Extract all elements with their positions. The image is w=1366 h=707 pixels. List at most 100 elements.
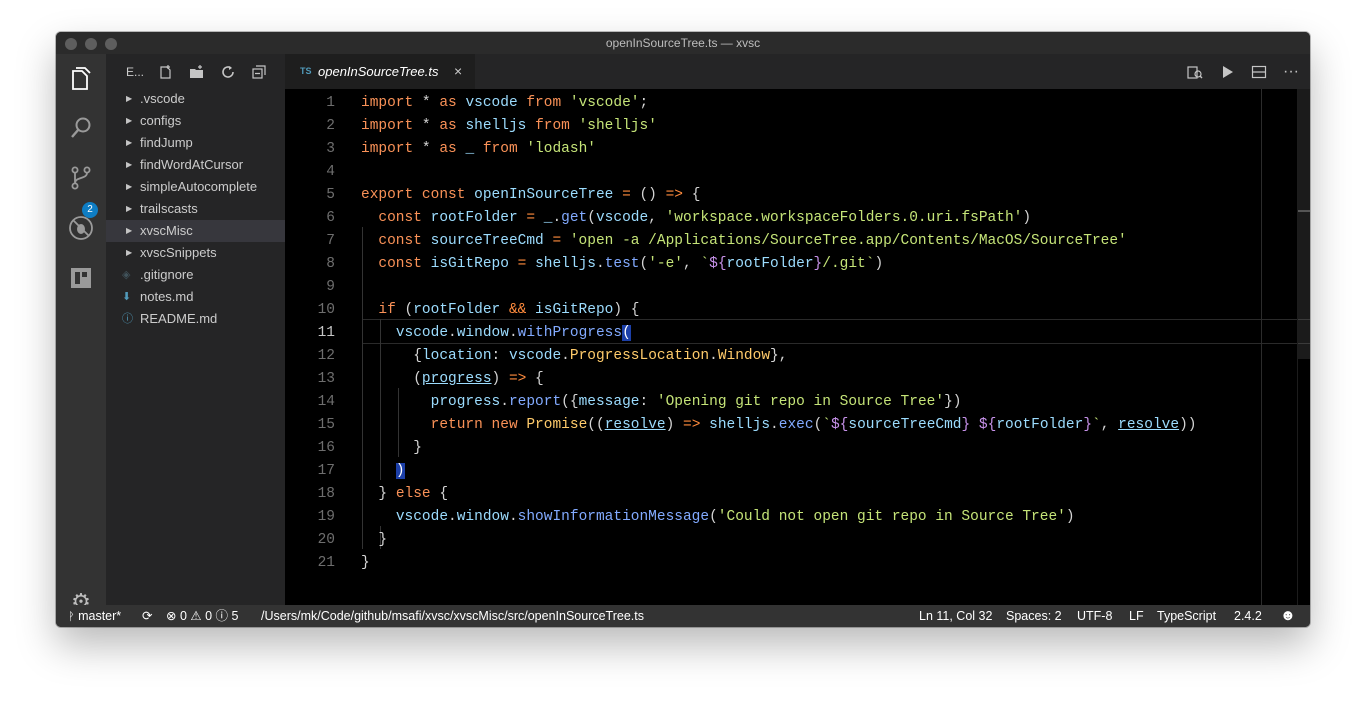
- line-number: 21: [317, 555, 335, 571]
- encoding[interactable]: UTF-8: [1077, 605, 1112, 627]
- vertical-scrollbar[interactable]: [1297, 89, 1310, 605]
- folder-item[interactable]: ▶ .vscode: [106, 88, 285, 110]
- code-line[interactable]: import * as vscode from 'vscode';: [361, 92, 648, 115]
- line-number: 8: [326, 256, 335, 272]
- cursor-position[interactable]: Ln 11, Col 32: [919, 605, 992, 627]
- explorer-header: E...: [106, 54, 285, 88]
- tab-openInSourceTree[interactable]: TS openInSourceTree.ts ×: [285, 54, 475, 89]
- code-line[interactable]: import * as shelljs from 'shelljs': [361, 115, 657, 138]
- new-folder-icon[interactable]: [189, 64, 205, 80]
- language-mode[interactable]: TypeScript: [1157, 605, 1216, 627]
- chevron-right-icon: ▶: [126, 226, 133, 235]
- tree-item-label: xvscSnippets: [140, 245, 217, 260]
- window-controls: [65, 38, 117, 50]
- code-line[interactable]: progress.report({message: 'Opening git r…: [361, 391, 962, 414]
- line-number: 6: [326, 210, 335, 226]
- code-line[interactable]: vscode.window.withProgress(: [361, 322, 631, 345]
- minimize-window-button[interactable]: [85, 38, 97, 50]
- close-window-button[interactable]: [65, 38, 77, 50]
- file-item[interactable]: ⬇ notes.md: [106, 286, 285, 308]
- more-actions-icon[interactable]: ···: [1282, 63, 1300, 81]
- tree-item-label: simpleAutocomplete: [140, 179, 258, 194]
- title-bar: openInSourceTree.ts — xvsc: [56, 32, 1310, 55]
- line-number: 19: [317, 509, 335, 525]
- activity-bar: 2 ⚙: [56, 54, 106, 614]
- code-line[interactable]: const isGitRepo = shelljs.test('-e', `${…: [361, 253, 883, 276]
- folder-item[interactable]: ▶ configs: [106, 110, 285, 132]
- line-number: 5: [326, 187, 335, 203]
- tree-item-label: configs: [140, 113, 182, 128]
- extensions-icon[interactable]: [67, 264, 95, 292]
- folder-item[interactable]: ▶ xvscSnippets: [106, 242, 285, 264]
- feedback-smiley-icon[interactable]: ☻: [1280, 605, 1296, 627]
- file-item[interactable]: ◈ .gitignore: [106, 264, 285, 286]
- tab-label: openInSourceTree.ts: [318, 64, 439, 79]
- tab-close-icon[interactable]: ×: [454, 63, 462, 79]
- explorer-sidebar: E... ▶ .vscode ▶ configs ▶ findJump ▶ findWordA…: [106, 54, 285, 605]
- code-line[interactable]: return new Promise((resolve) => shelljs.…: [361, 414, 1197, 437]
- tree-item-label: README.md: [140, 311, 218, 326]
- debug-icon[interactable]: [67, 214, 95, 242]
- folder-item[interactable]: ▶ simpleAutocomplete: [106, 176, 285, 198]
- run-icon[interactable]: [1218, 63, 1236, 81]
- maximize-window-button[interactable]: [105, 38, 117, 50]
- folder-item[interactable]: ▶ xvscMisc: [106, 220, 285, 242]
- warning-count: 0: [205, 609, 213, 623]
- code-line[interactable]: } else {: [361, 483, 448, 506]
- markdown-icon: ⬇: [122, 291, 132, 303]
- file-item[interactable]: ⓘ README.md: [106, 308, 285, 330]
- explorer-icon[interactable]: [67, 64, 95, 92]
- code-line[interactable]: }: [361, 437, 422, 460]
- scrollbar-thumb[interactable]: [1298, 89, 1310, 359]
- line-number: 9: [326, 279, 335, 295]
- tree-item-label: trailscasts: [140, 201, 198, 216]
- search-icon[interactable]: [67, 114, 95, 142]
- open-changes-icon[interactable]: [1186, 63, 1204, 81]
- line-number: 3: [326, 141, 335, 157]
- editor-actions: ···: [1186, 63, 1300, 81]
- chevron-right-icon: ▶: [126, 94, 133, 103]
- code-line[interactable]: const sourceTreeCmd = 'open -a /Applicat…: [361, 230, 1126, 253]
- status-bar: ᚹ master* ⟳ ⊗ 0 ⚠ 0 ⓘ 5 /Users/mk/Code/g…: [56, 605, 1310, 627]
- line-ending[interactable]: LF: [1129, 605, 1144, 627]
- new-file-icon[interactable]: [158, 64, 174, 80]
- indentation[interactable]: Spaces: 2: [1006, 605, 1062, 627]
- code-line[interactable]: ): [361, 460, 405, 483]
- folder-item[interactable]: ▶ findWordAtCursor: [106, 154, 285, 176]
- source-control-icon[interactable]: [67, 164, 95, 192]
- folder-item[interactable]: ▶ trailscasts: [106, 198, 285, 220]
- problems-indicator[interactable]: ⊗ 0 ⚠ 0 ⓘ 5: [166, 605, 239, 627]
- code-line[interactable]: export const openInSourceTree = () => {: [361, 184, 700, 207]
- folder-item[interactable]: ▶ findJump: [106, 132, 285, 154]
- tree-item-label: findWordAtCursor: [140, 157, 244, 172]
- refresh-icon[interactable]: [220, 64, 236, 80]
- code-line[interactable]: }: [361, 552, 370, 575]
- line-number: 10: [317, 302, 335, 318]
- code-line[interactable]: {location: vscode.ProgressLocation.Windo…: [361, 345, 787, 368]
- typescript-version[interactable]: 2.4.2: [1234, 605, 1262, 627]
- line-number: 20: [317, 532, 335, 548]
- collapse-all-icon[interactable]: [251, 64, 267, 80]
- code-editor[interactable]: 1 2 3 4 5 6 7 8 9 10 11 12 13 14 15 16 17 18 19 20 21 import…: [285, 89, 1310, 605]
- branch-indicator[interactable]: ᚹ master*: [68, 605, 121, 627]
- chevron-right-icon: ▶: [126, 248, 133, 257]
- git-icon: ◈: [122, 269, 131, 281]
- vscode-window: openInSourceTree.ts — xvsc 2 ⚙ E... ▶ .v…: [56, 32, 1310, 627]
- sync-icon[interactable]: ⟳: [142, 605, 152, 627]
- code-line[interactable]: import * as _ from 'lodash': [361, 138, 596, 161]
- file-tree: ▶ .vscode ▶ configs ▶ findJump ▶ findWordAtCurs…: [106, 88, 285, 330]
- code-line[interactable]: if (rootFolder && isGitRepo) {: [361, 299, 639, 322]
- explorer-actions: [158, 64, 267, 80]
- tree-item-label: .gitignore: [140, 267, 194, 282]
- error-icon: ⊗: [166, 609, 177, 623]
- warning-icon: ⚠: [190, 609, 202, 623]
- line-number: 2: [326, 118, 335, 134]
- chevron-right-icon: ▶: [126, 138, 133, 147]
- line-number: 4: [326, 164, 335, 180]
- error-count: 0: [179, 609, 187, 623]
- code-line[interactable]: }: [361, 529, 387, 552]
- split-editor-icon[interactable]: [1250, 63, 1268, 81]
- code-line[interactable]: (progress) => {: [361, 368, 544, 391]
- code-line[interactable]: const rootFolder = _.get(vscode, 'worksp…: [361, 207, 1031, 230]
- code-line[interactable]: vscode.window.showInformationMessage('Co…: [361, 506, 1075, 529]
